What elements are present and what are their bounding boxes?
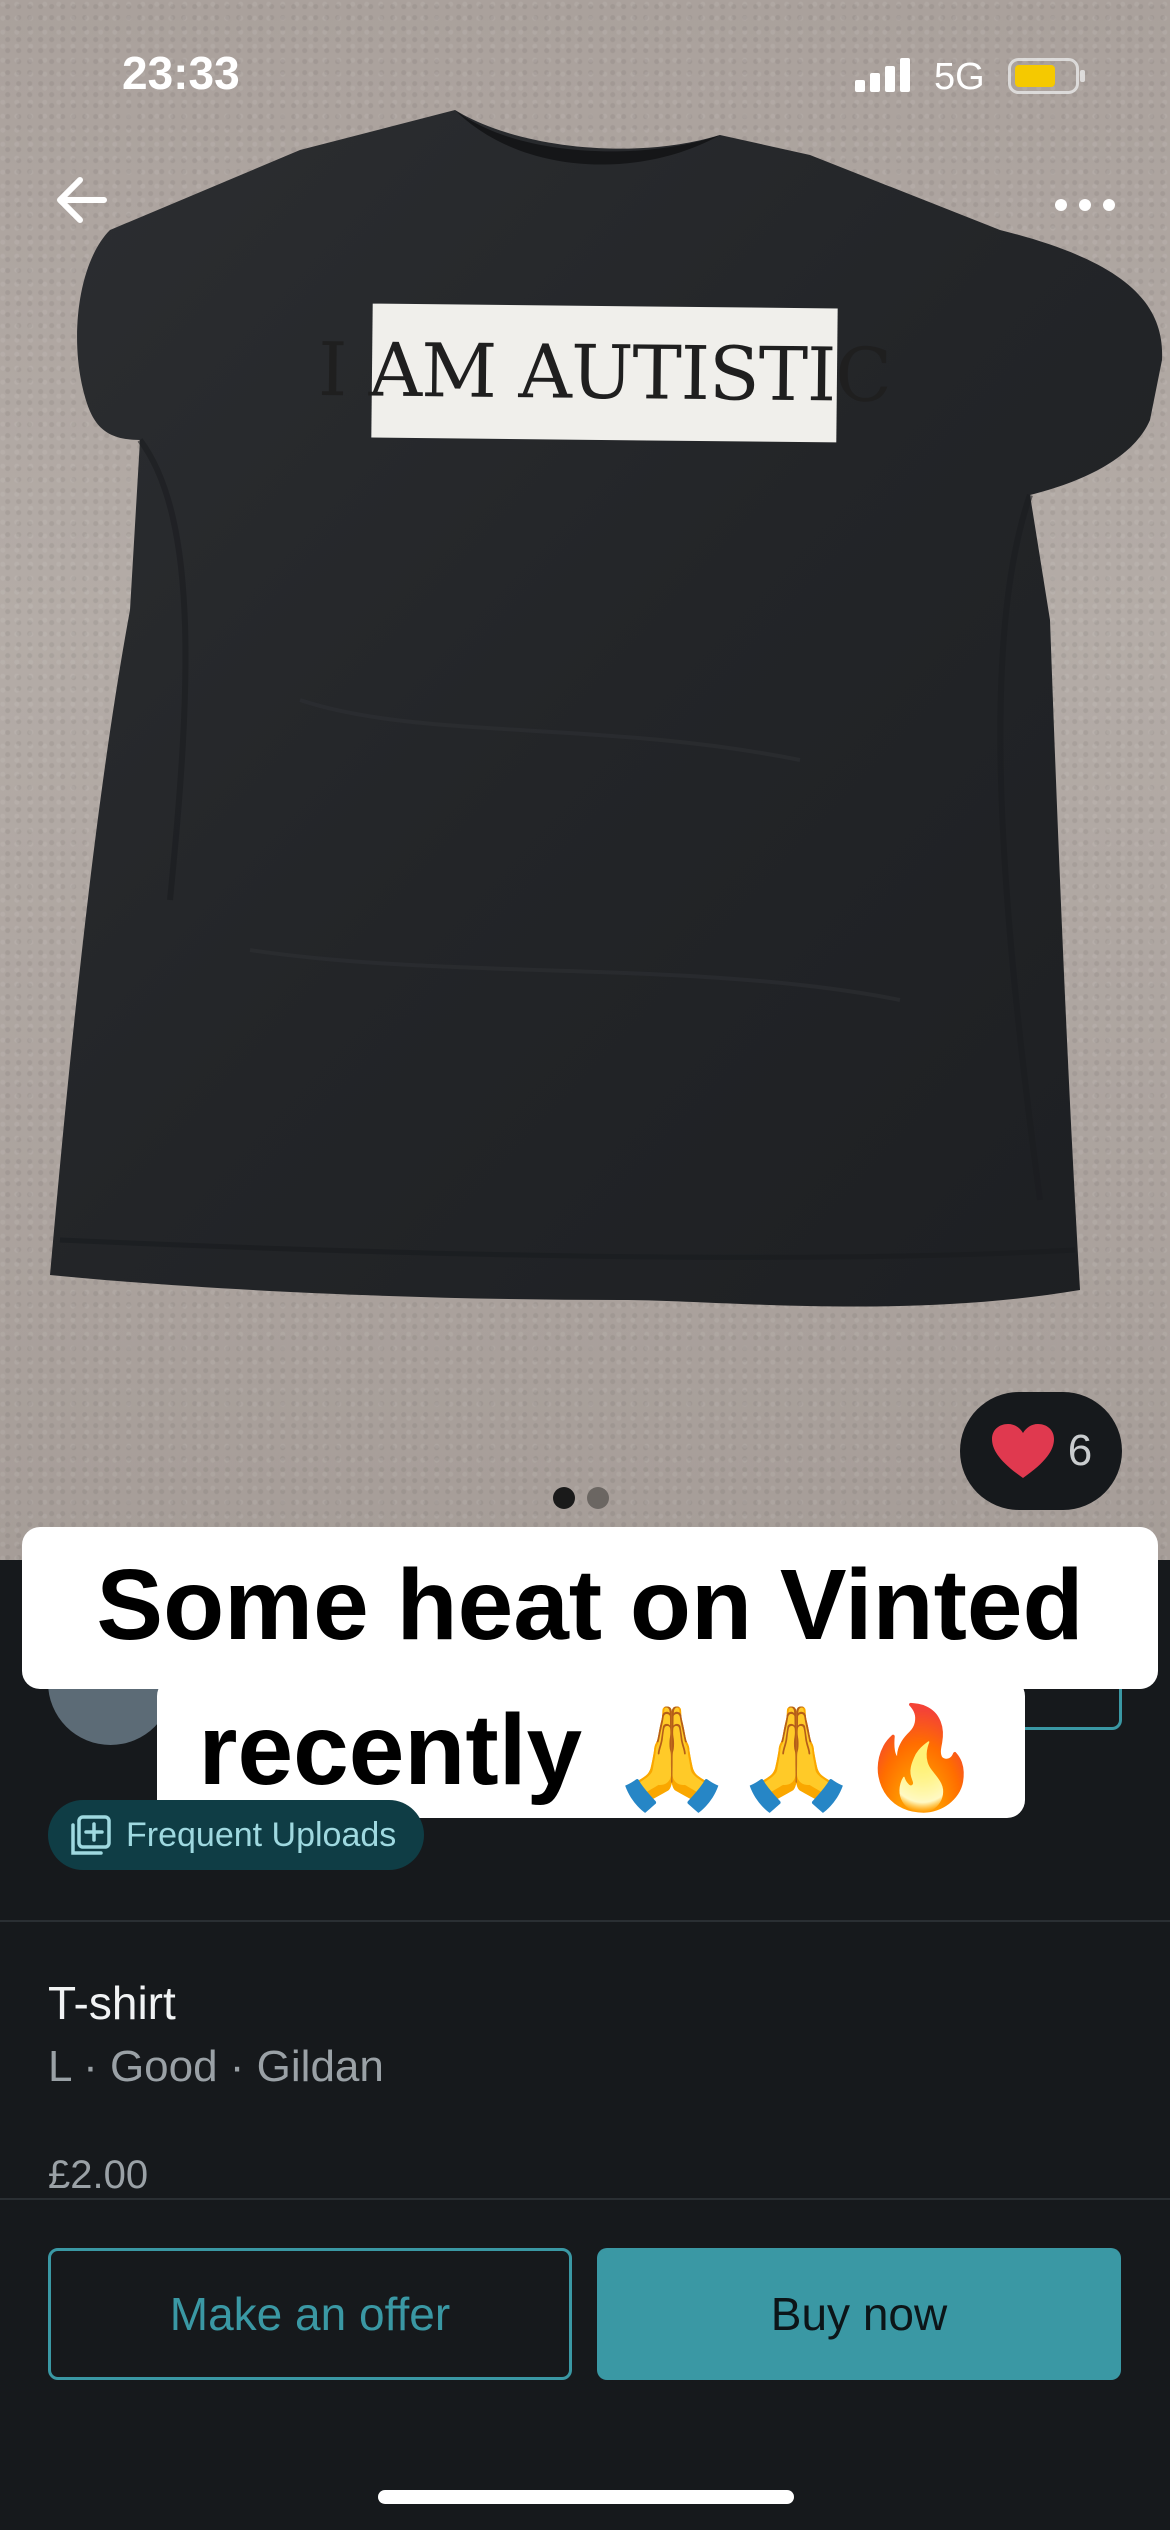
status-time: 23:33 [122,47,240,99]
caption-line-1: Some heat on Vinted [22,1527,1158,1689]
favourite-button[interactable]: 6 [960,1392,1122,1510]
photo-pager [553,1487,609,1509]
back-arrow-icon [57,177,107,223]
upload-icon [71,1815,111,1855]
item-title: T-shirt [48,1977,176,2029]
pager-dot[interactable] [587,1487,609,1509]
more-options-icon [1055,199,1115,211]
tshirt-image [50,110,1163,1307]
status-bar: 23:33 5G [0,0,1170,150]
praying-hands-emoji-icon: 🙏 [609,1702,735,1814]
caption-line-2: recently 🙏🙏🔥 [157,1678,1025,1818]
favourite-count: 6 [1067,1426,1093,1475]
make-offer-button[interactable]: Make an offer [48,2248,572,2380]
item-price: £2.00 [48,2153,149,2197]
caption-text-1: Some heat on Vinted [96,1549,1084,1661]
praying-hands-emoji-icon: 🙏 [734,1702,859,1814]
product-photo[interactable]: I AM AUTISTIC [0,0,1170,1560]
network-type: 5G [934,56,985,98]
make-offer-label: Make an offer [169,2288,451,2340]
back-button[interactable] [50,170,120,230]
divider [0,1920,1170,1922]
listing-screen: I AM AUTISTIC 23:33 5G 6 Some heat on Vi… [0,0,1170,2530]
item-meta: L · Good · Gildan [48,2042,384,2091]
pager-dot-active[interactable] [553,1487,575,1509]
more-options-button[interactable] [1045,180,1125,230]
shirt-print-text: I AM AUTISTIC [318,303,891,443]
buy-now-label: Buy now [770,2288,948,2340]
cellular-signal-icon [855,58,915,97]
badge-label: Frequent Uploads [126,1815,397,1854]
battery-icon [1008,58,1088,99]
frequent-uploads-badge[interactable]: Frequent Uploads [48,1800,425,1870]
caption-text-2: recently [198,1694,583,1806]
heart-icon [991,1424,1054,1478]
divider [0,2198,1170,2200]
buy-now-button[interactable]: Buy now [597,2248,1121,2380]
home-indicator[interactable] [378,2490,794,2504]
fire-emoji-icon: 🔥 [858,1702,984,1814]
